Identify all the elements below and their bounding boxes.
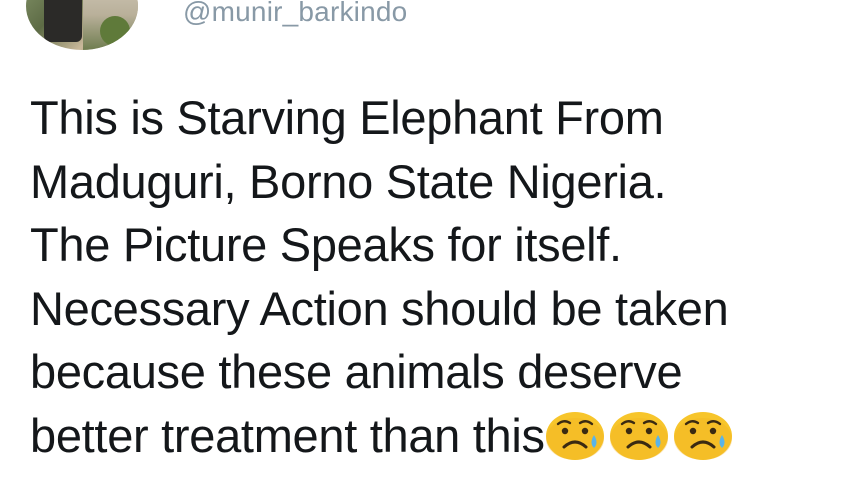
sad-face-with-sweat-icon bbox=[673, 411, 732, 460]
user-handle[interactable]: @munir_barkindo bbox=[183, 0, 407, 30]
tweet-line: The Picture Speaks for itself. bbox=[30, 218, 622, 271]
tweet-last-line: better treatment than this bbox=[30, 404, 840, 468]
avatar-plant bbox=[100, 16, 130, 46]
tweet-line: Necessary Action should be taken bbox=[30, 281, 729, 335]
tweet-line: This is Starving Elephant From bbox=[30, 91, 664, 144]
tweet-line-text: better treatment than this bbox=[30, 408, 545, 462]
tweet-line: because these animals deserve bbox=[30, 345, 683, 398]
sad-face-with-sweat-icon bbox=[609, 411, 668, 460]
avatar[interactable] bbox=[26, 0, 138, 50]
tweet-body: This is Starving Elephant From Maduguri,… bbox=[30, 86, 840, 467]
avatar-person bbox=[44, 0, 82, 42]
tweet-line: Maduguri, Borno State Nigeria. bbox=[30, 154, 667, 208]
sad-face-with-sweat-icon bbox=[545, 411, 604, 460]
